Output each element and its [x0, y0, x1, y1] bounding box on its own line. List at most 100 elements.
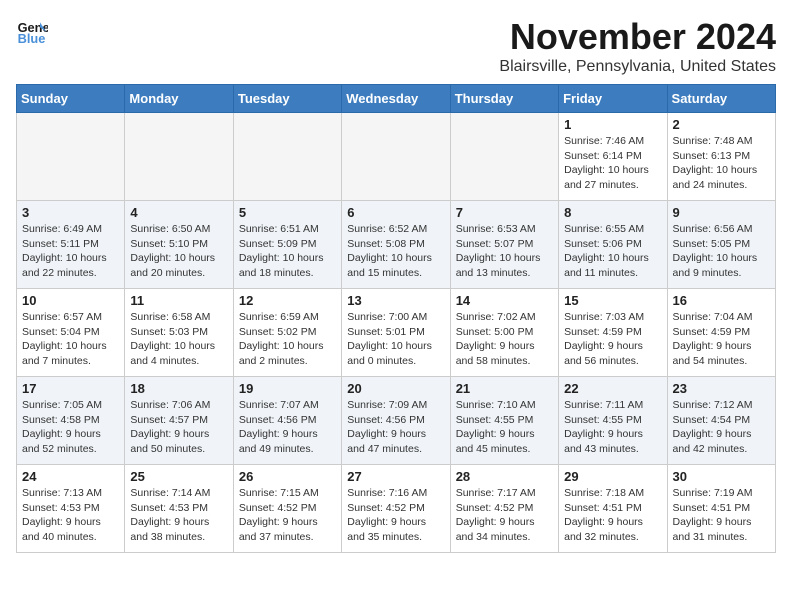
- table-row: 16Sunrise: 7:04 AM Sunset: 4:59 PM Dayli…: [667, 289, 775, 377]
- day-number: 22: [564, 381, 661, 396]
- cell-info: Sunrise: 7:03 AM Sunset: 4:59 PM Dayligh…: [564, 310, 661, 369]
- table-row: [17, 113, 125, 201]
- svg-text:Blue: Blue: [18, 31, 46, 46]
- day-number: 9: [673, 205, 770, 220]
- calendar-row: 1Sunrise: 7:46 AM Sunset: 6:14 PM Daylig…: [17, 113, 776, 201]
- table-row: 10 Sunrise: 6:57 AM Sunset: 5:04 PM Dayli…: [17, 289, 125, 377]
- day-number: 12: [239, 293, 336, 308]
- table-row: [233, 113, 341, 201]
- day-number: 19: [239, 381, 336, 396]
- day-number: 25: [130, 469, 227, 484]
- table-row: 18 Sunrise: 7:06 AM Sunset: 4:57 PM Dayli…: [125, 377, 233, 465]
- cell-info: Sunrise: 6:59 AM Sunset: 5:02 PM Dayligh…: [239, 310, 336, 369]
- day-number: 14: [456, 293, 553, 308]
- day-number: 6: [347, 205, 444, 220]
- table-row: 4Sunrise: 6:50 AM Sunset: 5:10 PM Daylig…: [125, 201, 233, 289]
- table-row: 19 Sunrise: 7:07 AM Sunset: 4:56 PM Dayli…: [233, 377, 341, 465]
- table-row: 15 Sunrise: 7:03 AM Sunset: 4:59 PM Dayli…: [559, 289, 667, 377]
- day-number: 24: [22, 469, 119, 484]
- table-row: 5Sunrise: 6:51 AM Sunset: 5:09 PM Daylig…: [233, 201, 341, 289]
- cell-info: Sunrise: 6:53 AM Sunset: 5:07 PM Dayligh…: [456, 222, 553, 281]
- cell-info: Sunrise: 6:49 AM Sunset: 5:11 PM Dayligh…: [22, 222, 119, 281]
- location-subtitle: Blairsville, Pennsylvania, United States: [499, 58, 776, 76]
- cell-info: Sunrise: 7:06 AM Sunset: 4:57 PM Dayligh…: [130, 398, 227, 457]
- calendar-table: Sunday Monday Tuesday Wednesday Thursday…: [16, 84, 776, 553]
- header-saturday: Saturday: [667, 85, 775, 113]
- calendar-header-row: Sunday Monday Tuesday Wednesday Thursday…: [17, 85, 776, 113]
- cell-info: Sunrise: 7:10 AM Sunset: 4:55 PM Dayligh…: [456, 398, 553, 457]
- cell-info: Sunrise: 7:48 AM Sunset: 6:13 PM Dayligh…: [673, 134, 770, 193]
- table-row: 26 Sunrise: 7:15 AM Sunset: 4:52 PM Dayli…: [233, 465, 341, 553]
- table-row: 21Sunrise: 7:10 AM Sunset: 4:55 PM Dayli…: [450, 377, 558, 465]
- title-section: November 2024 Blairsville, Pennsylvania,…: [499, 16, 776, 76]
- cell-info: Sunrise: 7:11 AM Sunset: 4:55 PM Dayligh…: [564, 398, 661, 457]
- cell-info: Sunrise: 6:58 AM Sunset: 5:03 PM Dayligh…: [130, 310, 227, 369]
- cell-info: Sunrise: 7:16 AM Sunset: 4:52 PM Dayligh…: [347, 486, 444, 545]
- cell-info: Sunrise: 7:07 AM Sunset: 4:56 PM Dayligh…: [239, 398, 336, 457]
- table-row: 1Sunrise: 7:46 AM Sunset: 6:14 PM Daylig…: [559, 113, 667, 201]
- day-number: 29: [564, 469, 661, 484]
- table-row: 17Sunrise: 7:05 AM Sunset: 4:58 PM Dayli…: [17, 377, 125, 465]
- table-row: 8 Sunrise: 6:55 AM Sunset: 5:06 PM Daylig…: [559, 201, 667, 289]
- table-row: 27 Sunrise: 7:16 AM Sunset: 4:52 PM Dayli…: [342, 465, 450, 553]
- table-row: 11 Sunrise: 6:58 AM Sunset: 5:03 PM Dayli…: [125, 289, 233, 377]
- logo-icon: General Blue: [16, 16, 48, 48]
- header-wednesday: Wednesday: [342, 85, 450, 113]
- cell-info: Sunrise: 6:56 AM Sunset: 5:05 PM Dayligh…: [673, 222, 770, 281]
- cell-info: Sunrise: 6:52 AM Sunset: 5:08 PM Dayligh…: [347, 222, 444, 281]
- day-number: 27: [347, 469, 444, 484]
- table-row: 23 Sunrise: 7:12 AM Sunset: 4:54 PM Dayli…: [667, 377, 775, 465]
- calendar-row: 24Sunrise: 7:13 AM Sunset: 4:53 PM Dayli…: [17, 465, 776, 553]
- day-number: 4: [130, 205, 227, 220]
- calendar-row: 3 Sunrise: 6:49 AM Sunset: 5:11 PM Daylig…: [17, 201, 776, 289]
- table-row: 6 Sunrise: 6:52 AM Sunset: 5:08 PM Daylig…: [342, 201, 450, 289]
- table-row: 13 Sunrise: 7:00 AM Sunset: 5:01 PM Dayli…: [342, 289, 450, 377]
- day-number: 16: [673, 293, 770, 308]
- day-number: 30: [673, 469, 770, 484]
- calendar-row: 17Sunrise: 7:05 AM Sunset: 4:58 PM Dayli…: [17, 377, 776, 465]
- cell-info: Sunrise: 7:05 AM Sunset: 4:58 PM Dayligh…: [22, 398, 119, 457]
- cell-info: Sunrise: 7:19 AM Sunset: 4:51 PM Dayligh…: [673, 486, 770, 545]
- day-number: 3: [22, 205, 119, 220]
- cell-info: Sunrise: 7:15 AM Sunset: 4:52 PM Dayligh…: [239, 486, 336, 545]
- day-number: 23: [673, 381, 770, 396]
- header-tuesday: Tuesday: [233, 85, 341, 113]
- logo: General Blue: [16, 16, 48, 48]
- day-number: 26: [239, 469, 336, 484]
- cell-info: Sunrise: 7:46 AM Sunset: 6:14 PM Dayligh…: [564, 134, 661, 193]
- header-monday: Monday: [125, 85, 233, 113]
- table-row: 2 Sunrise: 7:48 AM Sunset: 6:13 PM Daylig…: [667, 113, 775, 201]
- table-row: 25Sunrise: 7:14 AM Sunset: 4:53 PM Dayli…: [125, 465, 233, 553]
- table-row: 30 Sunrise: 7:19 AM Sunset: 4:51 PM Dayli…: [667, 465, 775, 553]
- table-row: [342, 113, 450, 201]
- day-number: 13: [347, 293, 444, 308]
- cell-info: Sunrise: 7:12 AM Sunset: 4:54 PM Dayligh…: [673, 398, 770, 457]
- day-number: 8: [564, 205, 661, 220]
- cell-info: Sunrise: 7:17 AM Sunset: 4:52 PM Dayligh…: [456, 486, 553, 545]
- day-number: 15: [564, 293, 661, 308]
- cell-info: Sunrise: 7:02 AM Sunset: 5:00 PM Dayligh…: [456, 310, 553, 369]
- day-number: 2: [673, 117, 770, 132]
- day-number: 10: [22, 293, 119, 308]
- page-header: General Blue November 2024 Blairsville, …: [16, 16, 776, 76]
- table-row: 22 Sunrise: 7:11 AM Sunset: 4:55 PM Dayli…: [559, 377, 667, 465]
- day-number: 20: [347, 381, 444, 396]
- table-row: 14 Sunrise: 7:02 AM Sunset: 5:00 PM Dayli…: [450, 289, 558, 377]
- day-number: 11: [130, 293, 227, 308]
- table-row: 28Sunrise: 7:17 AM Sunset: 4:52 PM Dayli…: [450, 465, 558, 553]
- header-friday: Friday: [559, 85, 667, 113]
- cell-info: Sunrise: 7:18 AM Sunset: 4:51 PM Dayligh…: [564, 486, 661, 545]
- cell-info: Sunrise: 6:55 AM Sunset: 5:06 PM Dayligh…: [564, 222, 661, 281]
- cell-info: Sunrise: 7:00 AM Sunset: 5:01 PM Dayligh…: [347, 310, 444, 369]
- day-number: 7: [456, 205, 553, 220]
- table-row: 9 Sunrise: 6:56 AM Sunset: 5:05 PM Daylig…: [667, 201, 775, 289]
- table-row: [450, 113, 558, 201]
- day-number: 18: [130, 381, 227, 396]
- calendar-row: 10 Sunrise: 6:57 AM Sunset: 5:04 PM Dayli…: [17, 289, 776, 377]
- table-row: 3 Sunrise: 6:49 AM Sunset: 5:11 PM Daylig…: [17, 201, 125, 289]
- cell-info: Sunrise: 6:51 AM Sunset: 5:09 PM Dayligh…: [239, 222, 336, 281]
- table-row: 29 Sunrise: 7:18 AM Sunset: 4:51 PM Dayli…: [559, 465, 667, 553]
- table-row: [125, 113, 233, 201]
- header-sunday: Sunday: [17, 85, 125, 113]
- cell-info: Sunrise: 6:57 AM Sunset: 5:04 PM Dayligh…: [22, 310, 119, 369]
